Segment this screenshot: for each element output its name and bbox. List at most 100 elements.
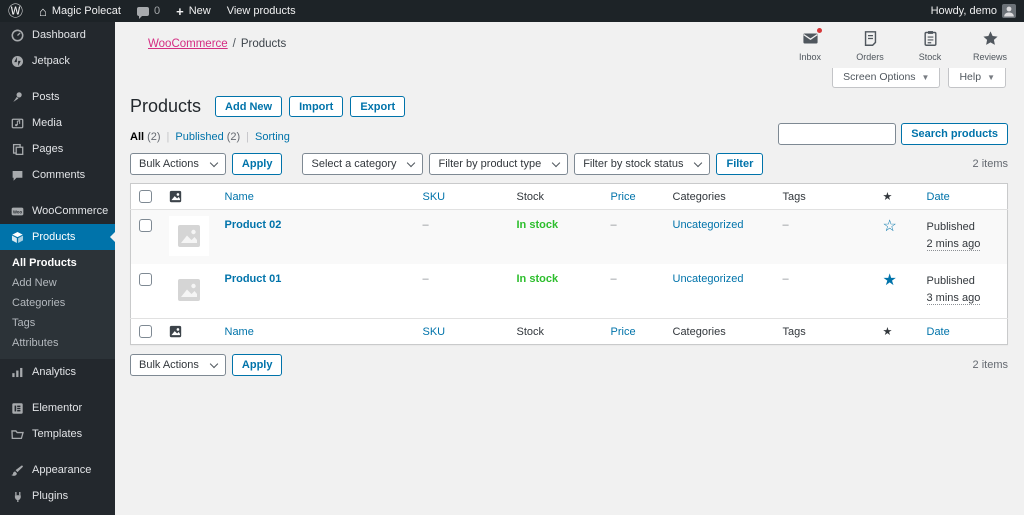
sidebar-item-woocommerce[interactable]: Woo WooCommerce: [0, 198, 115, 224]
view-all[interactable]: All: [130, 131, 144, 143]
bulk-actions-label: Bulk Actions: [139, 158, 199, 170]
chevron-down-icon: ▼: [921, 72, 930, 82]
help-tab[interactable]: Help ▼: [948, 68, 1006, 88]
breadcrumb-current: Products: [240, 38, 287, 50]
stock-status-filter-select[interactable]: Filter by stock status: [574, 153, 711, 175]
comments-menu[interactable]: 0: [129, 0, 168, 22]
column-footer-name[interactable]: Name: [216, 318, 415, 345]
inbox-panel-button[interactable]: Inbox: [788, 28, 832, 62]
column-header-name[interactable]: Name: [216, 183, 415, 210]
column-header-date[interactable]: Date: [918, 183, 1008, 210]
breadcrumb-woocommerce-link[interactable]: WooCommerce: [148, 38, 228, 50]
submenu-all-products[interactable]: All Products: [0, 253, 115, 273]
new-content-menu[interactable]: + New: [168, 0, 219, 22]
account-menu[interactable]: Howdy, demo: [923, 0, 1024, 22]
sidebar-item-posts[interactable]: Posts: [0, 84, 115, 110]
select-all-checkbox[interactable]: [139, 325, 152, 338]
add-new-button[interactable]: Add New: [215, 96, 283, 117]
search-products-button[interactable]: Search products: [901, 123, 1008, 145]
submenu-tags[interactable]: Tags: [0, 313, 115, 333]
submenu-attributes[interactable]: Attributes: [0, 333, 115, 353]
column-header-tags: Tags: [774, 183, 875, 210]
screen-options-tab[interactable]: Screen Options ▼: [832, 68, 941, 88]
paintbrush-icon: [10, 463, 24, 477]
filter-button[interactable]: Filter: [716, 153, 764, 175]
sidebar-item-jetpack[interactable]: Jetpack: [0, 48, 115, 74]
sidebar-item-templates[interactable]: Templates: [0, 421, 115, 447]
sidebar-item-analytics[interactable]: Analytics: [0, 359, 115, 385]
breadcrumb: WooCommerce / Products: [148, 38, 286, 50]
admin-bar: Ⓦ ⌂ Magic Polecat 0 + New View products …: [0, 0, 1024, 22]
menu-separator: [0, 385, 115, 395]
product-date: Published 3 mins ago: [919, 264, 1008, 319]
featured-column-icon: ★: [882, 191, 893, 203]
sidebar-item-plugins[interactable]: Plugins: [0, 483, 115, 509]
column-footer-sku[interactable]: SKU: [414, 318, 509, 345]
product-date: Published 2 mins ago: [919, 210, 1008, 265]
bulk-actions-select[interactable]: Bulk Actions: [130, 153, 226, 175]
featured-star-toggle[interactable]: ★: [883, 272, 897, 289]
sidebar-item-comments[interactable]: Comments: [0, 162, 115, 188]
view-products-menu[interactable]: View products: [219, 0, 304, 22]
stock-panel-button[interactable]: Stock: [908, 30, 952, 62]
apply-button-bottom[interactable]: Apply: [231, 354, 283, 376]
views-and-search-row: All (2) | Published (2) | Sorting Search p…: [130, 123, 1008, 145]
screen-meta: Screen Options ▼ Help ▼: [115, 62, 1024, 88]
import-button[interactable]: Import: [289, 96, 344, 117]
product-type-filter-label: Filter by product type: [438, 158, 542, 170]
sidebar-item-dashboard[interactable]: Dashboard: [0, 22, 115, 48]
sidebar-item-elementor[interactable]: Elementor: [0, 395, 115, 421]
sidebar-item-products[interactable]: Products: [0, 224, 115, 250]
sidebar-item-pages[interactable]: Pages: [0, 136, 115, 162]
product-type-filter-select[interactable]: Filter by product type: [429, 153, 569, 175]
screen-options-label: Screen Options: [843, 71, 916, 83]
column-footer-stock: Stock: [508, 318, 603, 345]
column-header-categories: Categories: [664, 183, 775, 210]
bulk-actions-select-bottom[interactable]: Bulk Actions: [130, 354, 226, 376]
featured-star-toggle[interactable]: ☆: [883, 218, 897, 235]
product-price: –: [610, 273, 617, 285]
sidebar-item-media[interactable]: Media: [0, 110, 115, 136]
admin-sidebar: Dashboard Jetpack Posts Media Pages Comm…: [0, 22, 115, 515]
view-published[interactable]: Published: [175, 131, 223, 143]
column-footer-price[interactable]: Price: [602, 318, 665, 345]
date-status: Published: [926, 221, 975, 233]
image-column-icon: [169, 190, 209, 203]
sidebar-label: Jetpack: [32, 55, 70, 67]
wordpress-logo-menu[interactable]: Ⓦ: [0, 0, 31, 22]
clipboard-icon: [922, 30, 939, 50]
reviews-panel-button[interactable]: Reviews: [968, 30, 1012, 62]
product-name-link[interactable]: Product 01: [225, 273, 282, 285]
bar-chart-icon: [10, 365, 24, 379]
new-label: New: [188, 5, 211, 17]
activity-panels: Inbox Orders Stock Reviews: [788, 28, 1012, 62]
category-link[interactable]: Uncategorized: [673, 273, 744, 285]
row-checkbox[interactable]: [139, 273, 152, 286]
category-link[interactable]: Uncategorized: [673, 219, 744, 231]
table-row-product-02: Product 02 – In stock – Uncategorized – …: [130, 209, 1008, 265]
elementor-icon: [10, 401, 24, 415]
sidebar-item-appearance[interactable]: Appearance: [0, 457, 115, 483]
search-input[interactable]: [778, 123, 897, 145]
bottom-bulk-actions-row: Bulk Actions Apply 2 items: [130, 354, 1008, 376]
product-sku: –: [422, 273, 429, 285]
category-filter-select[interactable]: Select a category: [302, 153, 424, 175]
sidebar-item-users[interactable]: Users: [0, 509, 115, 515]
column-header-price[interactable]: Price: [602, 183, 665, 210]
submenu-categories[interactable]: Categories: [0, 293, 115, 313]
submenu-add-new[interactable]: Add New: [0, 273, 115, 293]
select-all-checkbox[interactable]: [139, 190, 152, 203]
column-header-sku[interactable]: SKU: [414, 183, 509, 210]
stock-status: In stock: [516, 219, 559, 231]
date-relative: 2 mins ago: [926, 237, 981, 251]
table-footer: Name SKU Stock Price Categories Tags ★ D…: [130, 318, 1008, 345]
orders-panel-button[interactable]: Orders: [848, 30, 892, 62]
view-sorting[interactable]: Sorting: [255, 131, 290, 143]
row-checkbox[interactable]: [139, 219, 152, 232]
site-name-menu[interactable]: ⌂ Magic Polecat: [31, 0, 129, 22]
column-footer-date[interactable]: Date: [918, 318, 1008, 345]
product-name-link[interactable]: Product 02: [225, 219, 282, 231]
apply-button[interactable]: Apply: [231, 153, 283, 175]
export-button[interactable]: Export: [350, 96, 406, 117]
table-header: Name SKU Stock Price Categories Tags ★ D…: [130, 183, 1008, 210]
